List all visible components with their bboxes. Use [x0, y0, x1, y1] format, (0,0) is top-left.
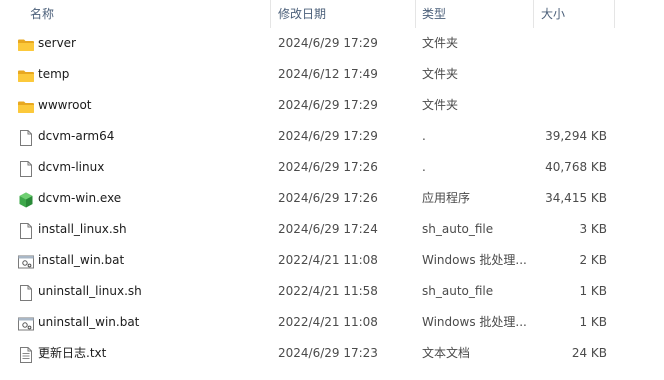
file-name: uninstall_linux.sh — [38, 284, 142, 298]
file-name: dcvm-win.exe — [38, 191, 122, 205]
file-name: wwwroot — [38, 98, 92, 112]
file-modified-date: 2024/6/29 17:26 — [278, 191, 378, 205]
file-row[interactable]: uninstall_linux.sh 2022/4/21 11:58 sh_auto… — [0, 276, 664, 307]
file-size: 1 KB — [579, 315, 607, 329]
file-name: temp — [38, 67, 70, 81]
sort-ascending-icon[interactable]: ^ — [140, 0, 149, 7]
column-divider[interactable] — [533, 0, 534, 28]
file-icon — [17, 128, 35, 146]
file-icon — [17, 159, 35, 177]
file-type: sh_auto_file — [422, 222, 494, 236]
folder-icon — [17, 35, 35, 53]
file-modified-date: 2024/6/29 17:29 — [278, 36, 378, 50]
file-row[interactable]: wwwroot 2024/6/29 17:29 文件夹 — [0, 90, 664, 121]
file-type: sh_auto_file — [422, 284, 494, 298]
column-header-size[interactable]: 大小 — [541, 0, 565, 28]
file-row[interactable]: server 2024/6/29 17:29 文件夹 — [0, 28, 664, 59]
bat-icon — [17, 314, 35, 332]
file-type: 文件夹 — [422, 36, 459, 50]
column-header-type[interactable]: 类型 — [422, 0, 446, 28]
column-header-date[interactable]: 修改日期 — [278, 0, 326, 28]
file-name: install_win.bat — [38, 253, 125, 267]
file-row[interactable]: install_win.bat 2022/4/21 11:08 Windows 批处… — [0, 245, 664, 276]
file-size: 39,294 KB — [545, 129, 607, 143]
file-icon — [17, 221, 35, 239]
file-row[interactable]: uninstall_win.bat 2022/4/21 11:08 Windows … — [0, 307, 664, 338]
file-modified-date: 2022/4/21 11:08 — [278, 315, 378, 329]
folder-icon — [17, 97, 35, 115]
file-type: Windows 批处理... — [422, 253, 527, 267]
file-name: uninstall_win.bat — [38, 315, 140, 329]
file-name: 更新日志.txt — [38, 346, 107, 360]
file-type: 应用程序 — [422, 191, 471, 205]
file-row[interactable]: temp 2024/6/12 17:49 文件夹 — [0, 59, 664, 90]
file-size: 40,768 KB — [545, 160, 607, 174]
file-modified-date: 2024/6/29 17:29 — [278, 98, 378, 112]
file-modified-date: 2024/6/12 17:49 — [278, 67, 378, 81]
exe-icon — [17, 190, 35, 208]
file-modified-date: 2024/6/29 17:26 — [278, 160, 378, 174]
file-modified-date: 2024/6/29 17:23 — [278, 346, 378, 360]
file-modified-date: 2024/6/29 17:29 — [278, 129, 378, 143]
file-size — [540, 28, 607, 59]
file-name: dcvm-linux — [38, 160, 105, 174]
file-row[interactable]: dcvm-linux 2024/6/29 17:26. 40,768 KB — [0, 152, 664, 183]
column-header-name[interactable]: 名称 — [30, 0, 54, 28]
bat-icon — [17, 252, 35, 270]
file-type: 文件夹 — [422, 67, 459, 81]
file-size — [540, 59, 607, 90]
file-row[interactable]: dcvm-win.exe 2024/6/29 17:26 应用程序 34,415 KB — [0, 183, 664, 214]
file-size — [540, 90, 607, 121]
column-header-bar: ^ 名称 修改日期 类型 大小 — [0, 0, 664, 28]
file-size: 3 KB — [579, 222, 607, 236]
file-type: . — [422, 129, 426, 143]
file-modified-date: 2024/6/29 17:24 — [278, 222, 378, 236]
file-size: 1 KB — [579, 284, 607, 298]
file-size: 2 KB — [579, 253, 607, 267]
column-divider[interactable] — [614, 0, 615, 28]
file-name: dcvm-arm64 — [38, 129, 115, 143]
file-row[interactable]: install_linux.sh 2024/6/29 17:24 sh_auto_f… — [0, 214, 664, 245]
text-file-icon — [17, 345, 35, 363]
file-size: 24 KB — [571, 346, 607, 360]
file-row[interactable]: dcvm-arm64 2024/6/29 17:29. 39,294 KB — [0, 121, 664, 152]
file-size: 34,415 KB — [545, 191, 607, 205]
file-type: 文件夹 — [422, 98, 459, 112]
file-modified-date: 2022/4/21 11:58 — [278, 284, 378, 298]
folder-icon — [17, 66, 35, 84]
file-name: server — [38, 36, 76, 50]
file-modified-date: 2022/4/21 11:08 — [278, 253, 378, 267]
column-divider[interactable] — [415, 0, 416, 28]
file-type: Windows 批处理... — [422, 315, 527, 329]
file-name: install_linux.sh — [38, 222, 127, 236]
file-type: . — [422, 160, 426, 174]
column-divider[interactable] — [270, 0, 271, 28]
file-type: 文本文档 — [422, 346, 471, 360]
file-row[interactable]: 更新日志.txt 2024/6/29 17:23 文本文档 24 KB — [0, 338, 664, 369]
file-icon — [17, 283, 35, 301]
